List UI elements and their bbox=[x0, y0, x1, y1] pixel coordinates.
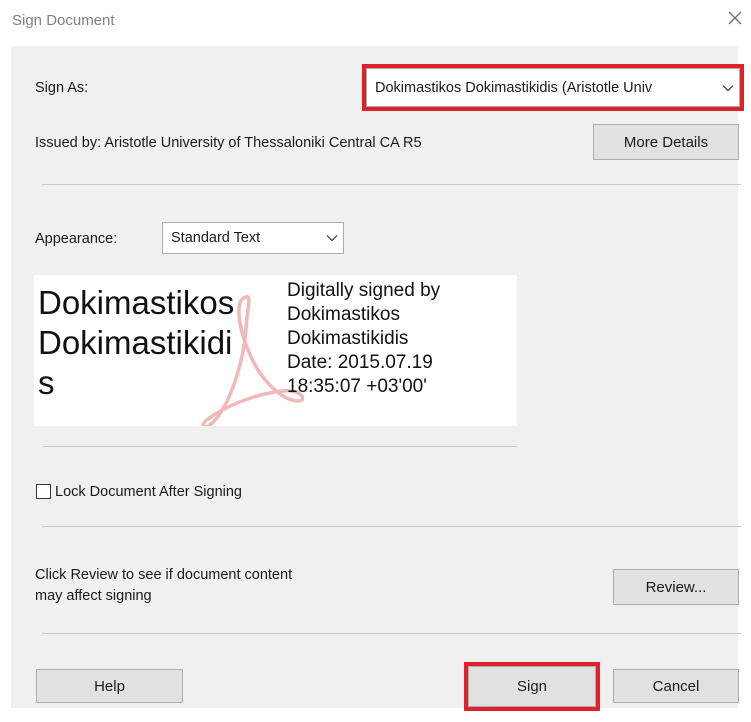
divider bbox=[43, 446, 517, 447]
divider bbox=[42, 526, 741, 527]
close-icon[interactable] bbox=[726, 9, 744, 27]
appearance-select[interactable]: Standard Text bbox=[162, 222, 344, 254]
chevron-down-icon bbox=[717, 69, 739, 106]
more-details-button[interactable]: More Details bbox=[593, 124, 739, 160]
sign-as-label: Sign As: bbox=[35, 80, 89, 96]
sign-as-value: Dokimastikos Dokimastikidis (Aristotle U… bbox=[375, 79, 653, 96]
review-text-line2: may affect signing bbox=[35, 588, 152, 604]
cancel-button[interactable]: Cancel bbox=[613, 669, 739, 703]
review-button[interactable]: Review... bbox=[613, 569, 739, 605]
signature-detail-line: Digitally signed by bbox=[287, 280, 441, 301]
divider bbox=[42, 633, 741, 634]
appearance-value: Standard Text bbox=[171, 230, 261, 246]
lock-document-label[interactable]: Lock Document After Signing bbox=[55, 484, 242, 500]
review-text-line1: Click Review to see if document content bbox=[35, 567, 293, 583]
sign-as-select[interactable]: Dokimastikos Dokimastikidis (Aristotle U… bbox=[366, 68, 740, 107]
issuer-text: Issued by: Aristotle University of Thess… bbox=[35, 135, 422, 151]
divider bbox=[42, 184, 741, 185]
signature-detail-line: Dokimastikos bbox=[287, 304, 400, 325]
chevron-down-icon bbox=[321, 223, 343, 253]
help-button[interactable]: Help bbox=[36, 669, 183, 703]
signature-detail-line: 18:35:07 +03'00' bbox=[287, 376, 427, 397]
signature-detail-line: Date: 2015.07.19 bbox=[287, 352, 433, 373]
signature-preview: Dokimastikos Dokimastikidi s Digitally s… bbox=[34, 275, 517, 426]
appearance-label: Appearance: bbox=[35, 231, 118, 247]
signature-detail-line: Dokimastikidis bbox=[287, 328, 409, 349]
sign-button[interactable]: Sign bbox=[468, 666, 596, 707]
signature-details: Digitally signed by Dokimastikos Dokimas… bbox=[287, 279, 440, 399]
signature-name: Dokimastikos Dokimastikidi s bbox=[38, 284, 235, 401]
lock-document-checkbox[interactable] bbox=[36, 484, 51, 499]
dialog-title: Sign Document bbox=[12, 12, 115, 29]
